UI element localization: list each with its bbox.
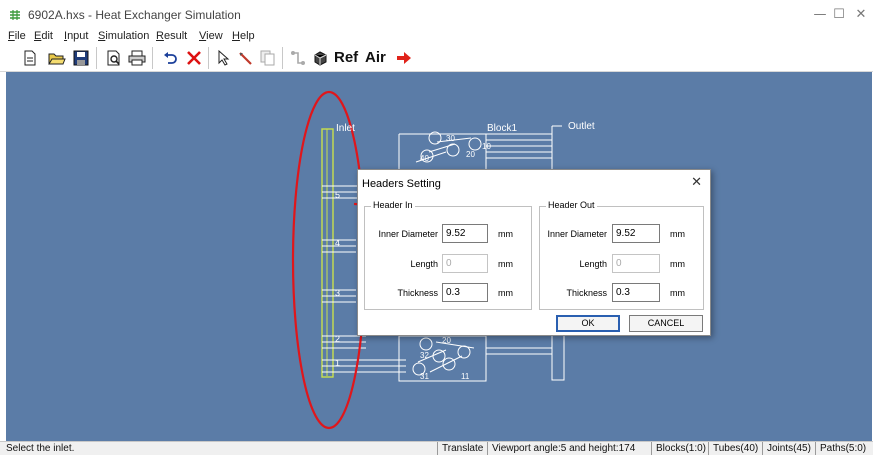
status-bar: Select the inlet. Translate Viewport ang… [0, 441, 873, 455]
window-title: 6902A.hxs - Heat Exchanger Simulation [28, 8, 241, 22]
block-label: Block1 [487, 123, 518, 134]
header-in-thickness-input[interactable] [442, 283, 488, 302]
inlet-number: 5 [335, 190, 341, 200]
menu-input[interactable]: Input [64, 28, 88, 44]
tube-number: 30 [446, 134, 455, 143]
menu-simulation[interactable]: Simulation [98, 28, 149, 44]
header-in-group: Header In Inner Diameter mm Length mm Th… [364, 200, 532, 310]
app-icon [10, 10, 20, 20]
header-out-length-input [612, 254, 660, 273]
status-mode: Translate [437, 442, 483, 455]
status-tubes: Tubes(40) [708, 442, 758, 455]
inlet-number: 4 [335, 238, 341, 248]
menu-result[interactable]: Result [156, 28, 187, 44]
block-icon[interactable] [310, 48, 330, 68]
open-folder-icon[interactable] [47, 48, 67, 68]
title-bar: 6902A.hxs - Heat Exchanger Simulation — … [0, 0, 873, 28]
toolbar-separator [152, 47, 153, 69]
tube-number: 20 [442, 336, 451, 345]
tube-number: 20 [466, 150, 475, 159]
thickness-label: Thickness [397, 288, 438, 298]
dialog-close-button[interactable]: ✕ [691, 175, 702, 190]
copy-icon[interactable] [258, 48, 278, 68]
unit-label: mm [498, 288, 513, 298]
status-message: Select the inlet. [6, 443, 75, 454]
toolbar: Ref Air [0, 44, 873, 72]
header-in-length-input [442, 254, 488, 273]
undo-icon[interactable] [160, 48, 180, 68]
thickness-label: Thickness [566, 288, 607, 298]
menu-edit[interactable]: Edit [34, 28, 53, 44]
unit-label: mm [670, 259, 685, 269]
header-out-thickness-input[interactable] [612, 283, 660, 302]
unit-label: mm [498, 259, 513, 269]
inner-diameter-label: Inner Diameter [547, 229, 607, 239]
header-in-title: Header In [371, 200, 415, 210]
inner-diameter-label: Inner Diameter [378, 229, 438, 239]
outlet-label: Outlet [568, 121, 595, 132]
status-joints: Joints(45) [762, 442, 811, 455]
unit-label: mm [670, 288, 685, 298]
header-out-inner-diameter-input[interactable] [612, 224, 660, 243]
menu-view[interactable]: View [199, 28, 223, 44]
unit-label: mm [498, 229, 513, 239]
menu-help[interactable]: Help [232, 28, 255, 44]
tube-number: 10 [482, 142, 491, 151]
draw-line-icon[interactable] [236, 48, 256, 68]
toolbar-separator [208, 47, 209, 69]
toolbar-separator [282, 47, 283, 69]
new-file-icon[interactable] [20, 48, 40, 68]
dialog-title: Headers Setting [362, 178, 441, 190]
cancel-button[interactable]: CANCEL [629, 315, 703, 332]
arrow-right-icon[interactable] [394, 48, 414, 68]
print-icon[interactable] [127, 48, 147, 68]
unit-label: mm [670, 229, 685, 239]
air-button[interactable]: Air [365, 49, 386, 67]
header-out-title: Header Out [546, 200, 597, 210]
tube-number: 31 [420, 372, 429, 381]
toolbar-separator [96, 47, 97, 69]
header-in-inner-diameter-input[interactable] [442, 224, 488, 243]
length-label: Length [579, 259, 607, 269]
delete-icon[interactable] [184, 48, 204, 68]
print-preview-icon[interactable] [104, 48, 124, 68]
menu-file[interactable]: File [8, 28, 26, 44]
inlet-number: 2 [335, 334, 341, 344]
status-viewport: Viewport angle:5 and height:174 [487, 442, 635, 455]
close-window-button[interactable]: ✕ [846, 4, 873, 26]
save-icon[interactable] [71, 48, 91, 68]
headers-setting-dialog: Headers Setting ✕ Header In Inner Diamet… [357, 169, 711, 336]
tube-number: 40 [420, 154, 429, 163]
pointer-icon[interactable] [214, 48, 234, 68]
status-blocks: Blocks(1:0) [651, 442, 706, 455]
ok-button[interactable]: OK [556, 315, 620, 332]
header-out-group: Header Out Inner Diameter mm Length mm T… [539, 200, 704, 310]
tube-number: 32 [420, 351, 429, 360]
length-label: Length [410, 259, 438, 269]
tube-number: 11 [461, 372, 470, 381]
inlet-number: 3 [335, 288, 341, 298]
status-paths: Paths(5:0) [815, 442, 866, 455]
connect-icon[interactable] [288, 48, 308, 68]
inlet-number: 1 [335, 358, 341, 368]
inlet-label: Inlet [336, 123, 355, 134]
refrigerant-button[interactable]: Ref [334, 49, 358, 67]
menu-bar: File Edit Input Simulation Result View H… [0, 28, 873, 44]
